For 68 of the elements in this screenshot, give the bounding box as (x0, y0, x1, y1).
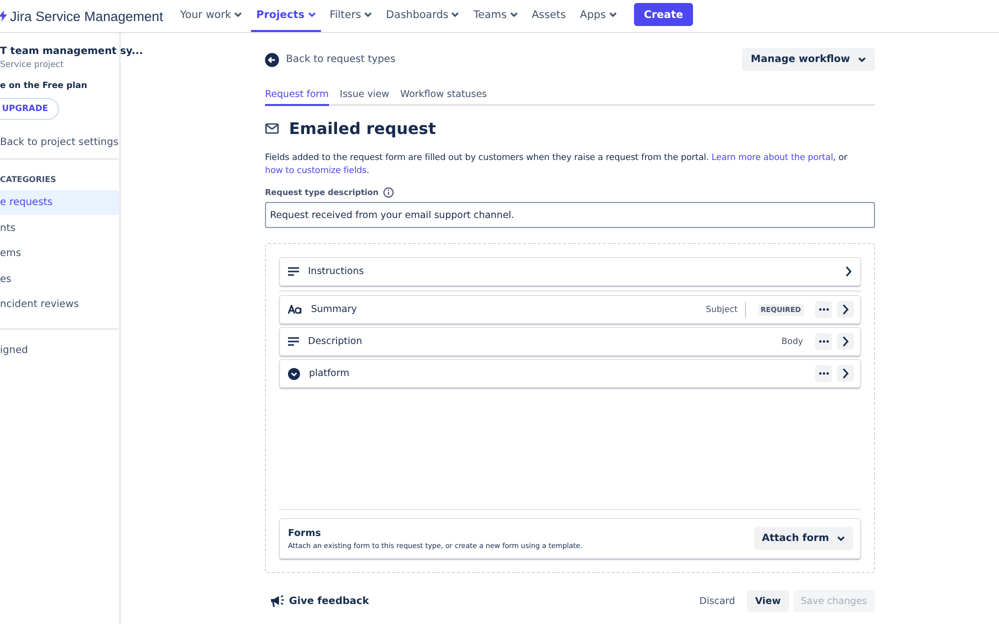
sidebar-item[interactable]: ncident reviews (0, 292, 119, 317)
caret-icon (837, 536, 845, 542)
info-icon (382, 187, 394, 198)
lines-icon (288, 267, 299, 276)
nav-menu-item[interactable]: Filters (324, 0, 378, 32)
manage-workflow-button[interactable]: Manage workflow (742, 48, 875, 71)
portal-link[interactable]: Learn more about the portal (712, 153, 834, 163)
expand-button[interactable] (837, 333, 854, 350)
back-link[interactable]: Back to project settings (0, 137, 118, 148)
page-title: Emailed request (289, 119, 436, 138)
sidebar-item[interactable]: ems (0, 241, 119, 266)
caret-icon (858, 56, 866, 62)
more-icon (818, 372, 828, 375)
sidebar-item[interactable]: e requests (0, 190, 119, 215)
sidebar-item[interactable]: nts (0, 216, 119, 240)
text-type-icon (288, 305, 302, 314)
feedback-link[interactable]: Give feedback (270, 594, 369, 608)
field-name: Summary (311, 304, 357, 315)
tab[interactable]: Request form (265, 85, 329, 106)
intro-paragraph: Fields added to the request form are filled out by customers when they raise a request from the portal. Learn more about the portal, or how to customize fields. (265, 152, 848, 178)
field-label: Request type description (265, 188, 379, 197)
nav-menu-item[interactable]: Projects (251, 0, 321, 32)
lines-icon (288, 337, 299, 346)
bolt-icon (0, 10, 7, 22)
nav-menu-item[interactable]: Your work (175, 0, 248, 32)
project-type: Service project (0, 60, 64, 70)
expand-button[interactable] (837, 301, 854, 318)
more-options-button[interactable] (815, 365, 832, 382)
mapped-field-label: Body (782, 336, 803, 346)
chevron-right-icon (845, 266, 852, 277)
field-card[interactable]: Instructions (279, 257, 861, 286)
attach-form-button[interactable]: Attach form (754, 527, 853, 550)
tab[interactable]: Issue view (340, 85, 390, 106)
chevron-right-icon (842, 304, 849, 315)
plan-label: e on the Free plan (0, 81, 88, 91)
field-card[interactable]: Description Body (279, 327, 861, 356)
sidebar-item[interactable]: es (0, 266, 119, 292)
nav-menu-item[interactable]: Teams (468, 0, 523, 32)
chevron-right-icon (842, 368, 849, 379)
megaphone-icon (270, 594, 285, 608)
nav-menu-item[interactable]: Apps (574, 0, 622, 32)
more-icon (818, 340, 828, 343)
more-icon (818, 308, 828, 311)
field-card[interactable]: platform (279, 359, 861, 388)
field-name: Description (308, 336, 362, 347)
sidebar-item[interactable]: igned (0, 338, 119, 362)
view-button[interactable]: View (747, 590, 789, 612)
section-heading: CATEGORIES (0, 175, 56, 184)
forms-title: Forms (288, 528, 322, 538)
description-field[interactable]: Request received from your email support channel. (265, 202, 875, 228)
dropdown-circle-icon (288, 368, 300, 380)
nav-menu-item[interactable]: Dashboards (381, 0, 464, 32)
discard-button[interactable]: Discard (691, 590, 744, 612)
more-options-button[interactable] (815, 333, 832, 350)
field-name: Instructions (308, 266, 365, 277)
more-options-button[interactable] (815, 301, 832, 318)
nav-menu-item[interactable]: Assets (526, 0, 571, 32)
project-name: T team management sy... (0, 46, 144, 57)
mapped-field-label: Subject (706, 302, 746, 318)
expand-button[interactable] (837, 365, 854, 382)
upgrade-button[interactable]: UPGRADE (0, 98, 60, 120)
envelope-icon (265, 123, 279, 134)
create-button[interactable]: Create (634, 3, 694, 26)
field-name: platform (309, 368, 350, 379)
customize-fields-link[interactable]: how to customize fields (265, 166, 367, 176)
tab[interactable]: Workflow statuses (400, 85, 487, 106)
chevron-right-icon (842, 336, 849, 347)
back-link[interactable]: Back to request types (265, 52, 396, 66)
